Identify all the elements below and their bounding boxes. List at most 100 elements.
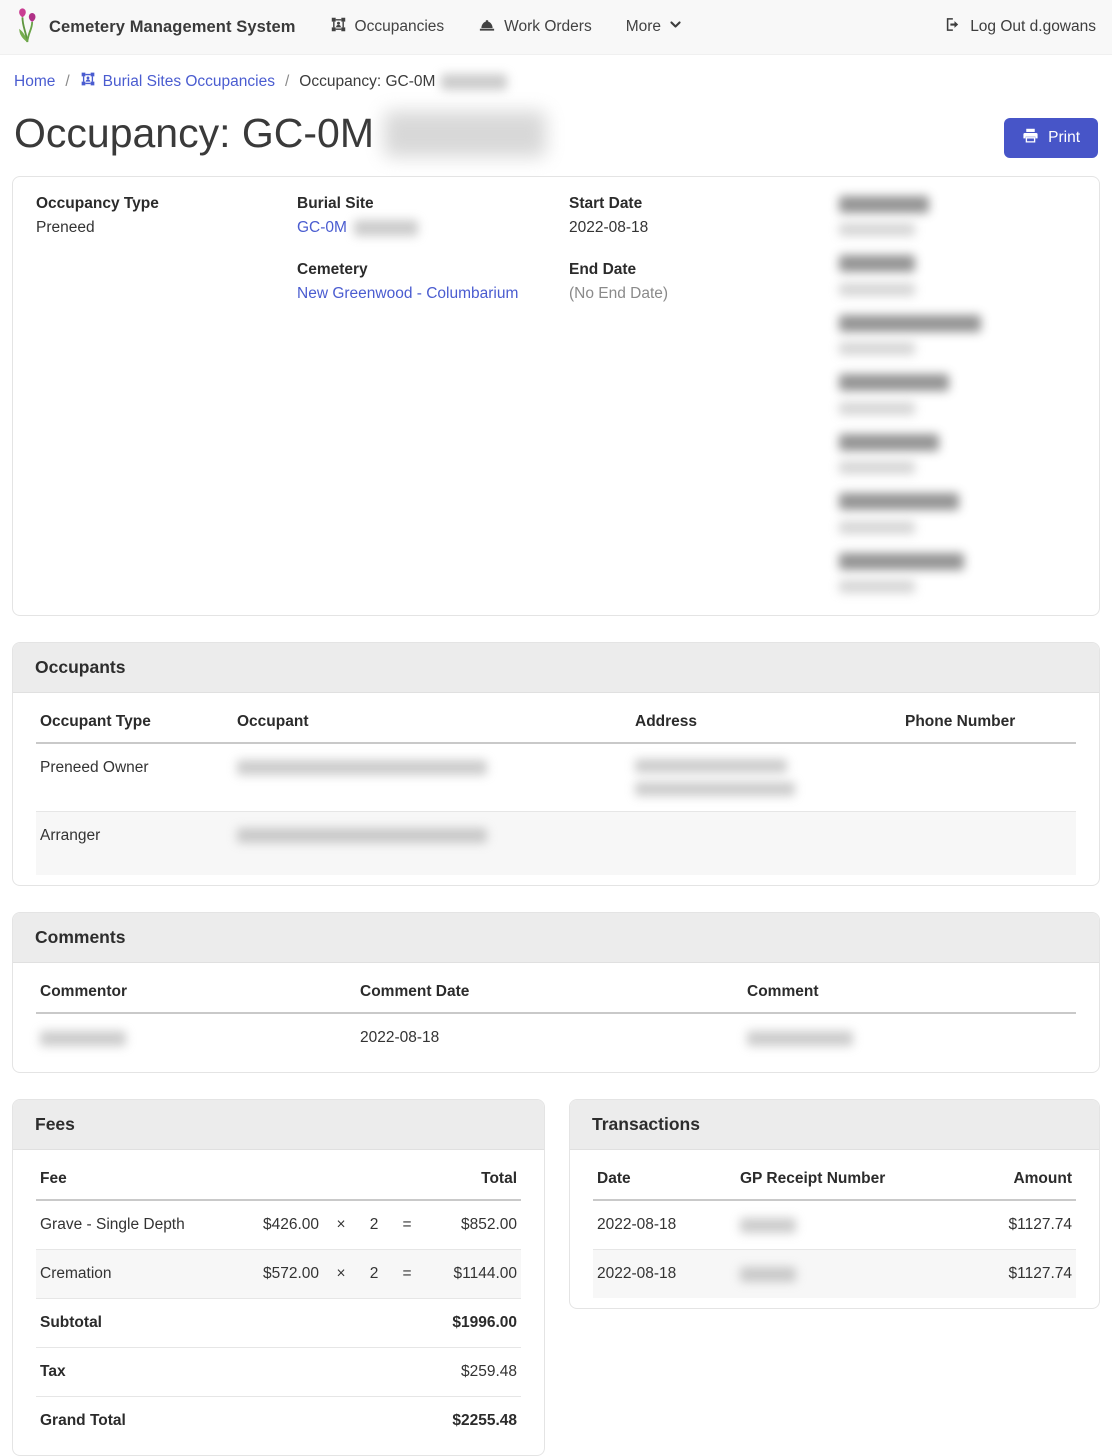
table-row: Preneed Owner: [36, 743, 1076, 812]
column-header: Total: [425, 1156, 521, 1200]
page-header: Occupancy: GC-0M Print: [0, 102, 1112, 176]
transaction-row: 2022-08-18 $1127.74: [593, 1200, 1076, 1250]
fee-times-cell: ×: [323, 1200, 359, 1250]
fee-times-cell: ×: [323, 1250, 359, 1299]
phone-cell: [901, 811, 1076, 875]
summary-value: $1996.00: [231, 1299, 521, 1348]
summary-label: Subtotal: [36, 1299, 231, 1348]
bottom-cards-row: Fees Fee Total Grave - Single Depth $426…: [12, 1099, 1100, 1456]
gp-receipt-cell: [736, 1250, 956, 1299]
nav-item-label: Work Orders: [504, 18, 592, 36]
cemetery-link[interactable]: New Greenwood - Columbarium: [297, 285, 518, 302]
fee-unit-cell: $426.00: [231, 1200, 323, 1250]
field-label: End Date: [569, 261, 839, 279]
table-row: Arranger: [36, 811, 1076, 875]
transaction-date-cell: 2022-08-18: [593, 1200, 736, 1250]
column-header: Occupant: [233, 699, 631, 743]
breadcrumb-home-link[interactable]: Home: [14, 73, 55, 91]
breadcrumb-current-label: Occupancy: GC-0M: [299, 73, 435, 91]
phone-cell: [901, 743, 1076, 812]
redacted-field: [839, 374, 1099, 417]
comment-cell: [743, 1013, 1076, 1062]
summary-value: $2255.48: [231, 1397, 521, 1446]
transactions-card: Transactions Date GP Receipt Number Amou…: [569, 1099, 1100, 1309]
occupant-cell: [233, 811, 631, 875]
redacted-field: [839, 255, 1099, 298]
fee-total-cell: $1144.00: [425, 1250, 521, 1299]
comments-table: Commentor Comment Date Comment 2022-08-1…: [36, 969, 1076, 1062]
field-value: New Greenwood - Columbarium: [297, 285, 569, 303]
breadcrumb: Home / Burial Sites Occupancies / Occupa…: [0, 55, 1112, 102]
fee-equals-cell: =: [389, 1200, 425, 1250]
column-header: Amount: [956, 1156, 1076, 1200]
occupant-type-cell: Preneed Owner: [36, 743, 233, 812]
chevron-down-icon: [669, 18, 682, 36]
field-label: Occupancy Type: [36, 195, 297, 213]
breadcrumb-occupancies-link[interactable]: Burial Sites Occupancies: [80, 71, 275, 92]
fee-name-cell: Cremation: [36, 1250, 231, 1299]
fees-card: Fees Fee Total Grave - Single Depth $426…: [12, 1099, 545, 1456]
app-brand[interactable]: Cemetery Management System: [16, 6, 296, 48]
nav-item-label: More: [626, 18, 661, 36]
burial-site-link[interactable]: GC-0M: [297, 219, 347, 236]
breadcrumb-separator: /: [65, 73, 69, 91]
occupants-card: Occupants Occupant Type Occupant Address…: [12, 642, 1100, 887]
nav-item-occupancies[interactable]: Occupancies: [330, 16, 445, 38]
nav-item-more[interactable]: More: [626, 18, 682, 36]
redacted-field: [839, 552, 1099, 595]
breadcrumb-occupancies-label: Burial Sites Occupancies: [103, 73, 275, 91]
start-date-field: Start Date 2022-08-18: [569, 195, 839, 237]
transaction-date-cell: 2022-08-18: [593, 1250, 736, 1299]
summary-label: Tax: [36, 1348, 231, 1397]
address-cell: [631, 811, 901, 875]
nav-item-work-orders[interactable]: Work Orders: [478, 16, 592, 39]
comment-date-cell: 2022-08-18: [356, 1013, 743, 1062]
monument-icon: [80, 71, 96, 92]
summary-value: $259.48: [231, 1348, 521, 1397]
occupants-table: Occupant Type Occupant Address Phone Num…: [36, 699, 1076, 876]
occupancies-monument-icon: [330, 16, 347, 38]
details-column-1: Occupancy Type Preneed: [36, 195, 297, 595]
app-title: Cemetery Management System: [49, 18, 296, 37]
address-cell: [631, 743, 901, 812]
occupancy-type-field: Occupancy Type Preneed: [36, 195, 297, 237]
redacted-field: [839, 314, 1099, 357]
transaction-amount-cell: $1127.74: [956, 1250, 1076, 1299]
details-column-2: Burial Site GC-0M Cemetery New Greenwood…: [297, 195, 569, 595]
occupant-type-cell: Arranger: [36, 811, 233, 875]
logout-icon: [944, 16, 961, 38]
column-header: Comment Date: [356, 969, 743, 1013]
grand-total-row: Grand Total $2255.48: [36, 1397, 521, 1446]
comments-section-title: Comments: [13, 913, 1099, 963]
field-label: Burial Site: [297, 195, 569, 213]
column-header: Fee: [36, 1156, 231, 1200]
fee-qty-cell: 2: [359, 1250, 389, 1299]
column-header: Address: [631, 699, 901, 743]
field-value: GC-0M: [297, 219, 569, 237]
top-navbar: Cemetery Management System Occupancies: [0, 0, 1112, 55]
details-column-4-redacted: [839, 195, 1099, 595]
redacted-field: [839, 433, 1099, 476]
burial-site-field: Burial Site GC-0M: [297, 195, 569, 237]
page-title: Occupancy: GC-0M: [14, 110, 546, 157]
transaction-row: 2022-08-18 $1127.74: [593, 1250, 1076, 1299]
fee-qty-cell: 2: [359, 1200, 389, 1250]
fees-section-title: Fees: [13, 1100, 544, 1150]
transaction-amount-cell: $1127.74: [956, 1200, 1076, 1250]
occupants-section-title: Occupants: [13, 643, 1099, 693]
field-label: Cemetery: [297, 261, 569, 279]
hard-hat-icon: [478, 16, 496, 39]
print-button[interactable]: Print: [1004, 118, 1098, 158]
print-button-label: Print: [1048, 129, 1080, 147]
subtotal-row: Subtotal $1996.00: [36, 1299, 521, 1348]
transactions-section-title: Transactions: [570, 1100, 1099, 1150]
column-header: Comment: [743, 969, 1076, 1013]
end-date-field: End Date (No End Date): [569, 261, 839, 303]
commentor-cell: [36, 1013, 356, 1062]
fee-name-cell: Grave - Single Depth: [36, 1200, 231, 1250]
logout-label: Log Out d.gowans: [970, 18, 1096, 36]
logout-button[interactable]: Log Out d.gowans: [944, 16, 1096, 38]
column-header: Phone Number: [901, 699, 1076, 743]
redacted-text: [354, 220, 418, 236]
table-header-row: Commentor Comment Date Comment: [36, 969, 1076, 1013]
